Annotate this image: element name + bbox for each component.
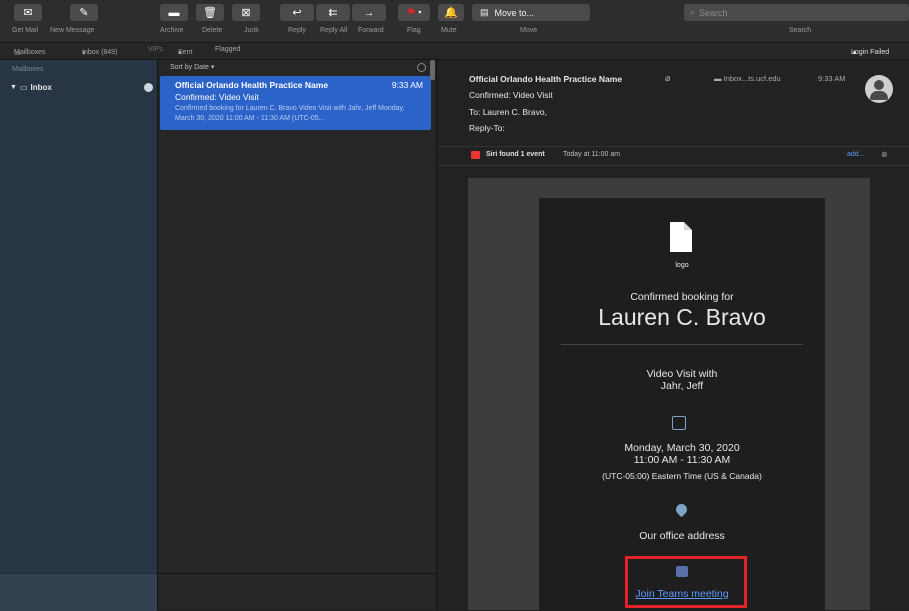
archive-button-group: ▬ 🗑 ⊠: [160, 4, 260, 21]
appointment-date: Monday, March 30, 2020: [624, 442, 740, 454]
list-scrollbar[interactable]: [430, 60, 435, 80]
trash-icon: 🗑: [203, 7, 217, 19]
message-subject: Confirmed: Video Visit: [175, 92, 259, 102]
list-footer: [158, 573, 436, 611]
get-mail-label: Get Mail: [12, 27, 39, 34]
activity-icon: [144, 82, 153, 92]
mute-button[interactable]: 🔔: [438, 4, 464, 21]
office-address: Our office address: [639, 530, 725, 542]
message-reader: Official Orlando Health Practice Name ⌀ …: [437, 60, 909, 610]
search-field[interactable]: ⌕ Search: [684, 4, 909, 21]
delete-button[interactable]: 🗑: [196, 4, 224, 21]
message-time: 9:33 AM: [391, 80, 423, 90]
reply-icon: ↩: [292, 7, 302, 19]
junk-label: Junk: [244, 27, 259, 34]
sidebar-item-inbox[interactable]: ▼ ▭ Inbox: [10, 80, 157, 94]
junk-icon: ⊠: [241, 7, 251, 19]
reply-all-label: Reply All: [320, 27, 348, 34]
confirmed-for-text: Confirmed booking for: [630, 291, 734, 303]
reader-reply-to: Reply-To:: [469, 123, 505, 133]
fav-flagged[interactable]: Flagged: [215, 46, 240, 53]
highlight-box: [625, 556, 747, 608]
location-pin-icon: [673, 501, 690, 518]
avatar: [865, 75, 893, 103]
new-message-button[interactable]: ✎: [70, 4, 98, 21]
patient-name: Lauren C. Bravo: [598, 304, 766, 330]
folder-icon: ▤: [480, 7, 489, 17]
get-mail-button[interactable]: ✉: [14, 4, 42, 21]
email-card: logo Confirmed booking for Lauren C. Bra…: [539, 198, 825, 610]
sidebar-footer: [0, 573, 157, 611]
siri-add-link[interactable]: add...: [847, 151, 865, 158]
reply-button-group: ↩ ⇇ →: [280, 4, 386, 21]
search-icon: ⌕: [690, 7, 696, 17]
chevron-down-icon: ▾: [82, 50, 86, 57]
forward-icon: →: [363, 6, 375, 19]
junk-button[interactable]: ⊠: [232, 4, 260, 21]
close-icon[interactable]: ⊗: [881, 150, 888, 159]
new-message-label: New Message: [50, 27, 95, 34]
mail-button-group: ✉ ✎: [14, 4, 98, 21]
filter-icon[interactable]: [417, 63, 426, 72]
archive-icon: ▬: [168, 6, 180, 19]
reply-all-icon: ⇇: [328, 7, 338, 19]
compose-icon: ✎: [79, 7, 89, 19]
sort-by-menu[interactable]: Sort by Date ▾: [170, 63, 214, 71]
siri-suggestion-bar: Siri found 1 event Today at 11:00 am add…: [437, 146, 909, 166]
forward-label: Forward: [358, 27, 384, 34]
message-list: Sort by Date ▾ Official Orlando Health P…: [157, 60, 437, 610]
favorites-bar: ▭ Mailboxes Inbox (849) ▾ VIPs Sent ▾ Fl…: [0, 43, 909, 60]
sidebar-item-label: Inbox: [30, 82, 52, 92]
divider: [561, 344, 803, 345]
search-label: Search: [789, 27, 812, 34]
move-to-button[interactable]: ▤ Move to...: [472, 4, 590, 21]
disclosure-triangle-icon[interactable]: ▼: [10, 84, 17, 91]
reply-all-button[interactable]: ⇇: [316, 4, 350, 21]
reader-subject: Confirmed: Video Visit: [469, 90, 553, 100]
flag-icon: ⚑: [406, 7, 417, 19]
reader-to: To: Lauren C. Bravo,: [469, 107, 547, 117]
reply-label: Reply: [288, 27, 306, 34]
archive-label: Archive: [160, 27, 184, 34]
email-logo-label: logo: [675, 262, 689, 269]
siri-event-time: Today at 11:00 am: [563, 151, 621, 158]
document-icon: [670, 222, 692, 252]
inbox-tray-icon: ▭: [19, 82, 28, 92]
fav-vips[interactable]: VIPs: [148, 46, 163, 53]
provider-name: Jahr, Jeff: [660, 380, 704, 392]
mailbox-sidebar: Mailboxes ▼ ▭ Inbox: [0, 60, 157, 611]
calendar-clock-icon: [672, 416, 686, 430]
inbox-tray-icon: ▬: [714, 74, 722, 83]
reader-sender: Official Orlando Health Practice Name: [469, 74, 623, 84]
sidebar-header: Mailboxes: [12, 66, 44, 73]
chevron-down-icon: ▾: [418, 10, 422, 16]
mailbox-location[interactable]: ▬ Inbox...ts.ucf.edu: [714, 74, 781, 83]
archive-button[interactable]: ▬: [160, 4, 188, 21]
chevron-down-icon: ▾: [178, 50, 182, 57]
siri-found-text: Siri found 1 event: [486, 151, 545, 158]
move-label: Move: [520, 27, 538, 34]
mute-label: Mute: [441, 27, 457, 34]
list-item[interactable]: Official Orlando Health Practice Name 9:…: [160, 76, 431, 130]
message-sender: Official Orlando Health Practice Name: [175, 80, 329, 90]
flag-button-group: ⚑ ▾ 🔔: [398, 4, 464, 21]
reader-time: 9:33 AM: [818, 74, 846, 83]
move-to-label: Move to...: [494, 7, 535, 18]
paperclip-icon: ⌀: [665, 73, 671, 83]
search-placeholder: Search: [699, 7, 728, 18]
chevron-down-icon: ▾: [210, 64, 215, 71]
flag-label: Flag: [407, 27, 421, 34]
delete-label: Delete: [202, 27, 223, 34]
bell-icon: 🔔: [444, 7, 458, 19]
message-preview: Confirmed booking for Lauren C. Bravo Vi…: [175, 105, 405, 122]
calendar-icon: [471, 151, 480, 159]
forward-button[interactable]: →: [352, 4, 386, 21]
appointment-time: 11:00 AM - 11:30 AM: [633, 454, 731, 466]
toolbar: ✉ ✎ Get Mail New Message ▬ 🗑 ⊠ Archive D…: [0, 0, 909, 43]
reply-button[interactable]: ↩: [280, 4, 314, 21]
flag-button[interactable]: ⚑ ▾: [398, 4, 430, 21]
envelope-icon: ✉: [23, 7, 33, 19]
visit-type: Video Visit with: [646, 368, 718, 380]
appointment-timezone: (UTC-05:00) Eastern Time (US & Canada): [602, 471, 762, 481]
